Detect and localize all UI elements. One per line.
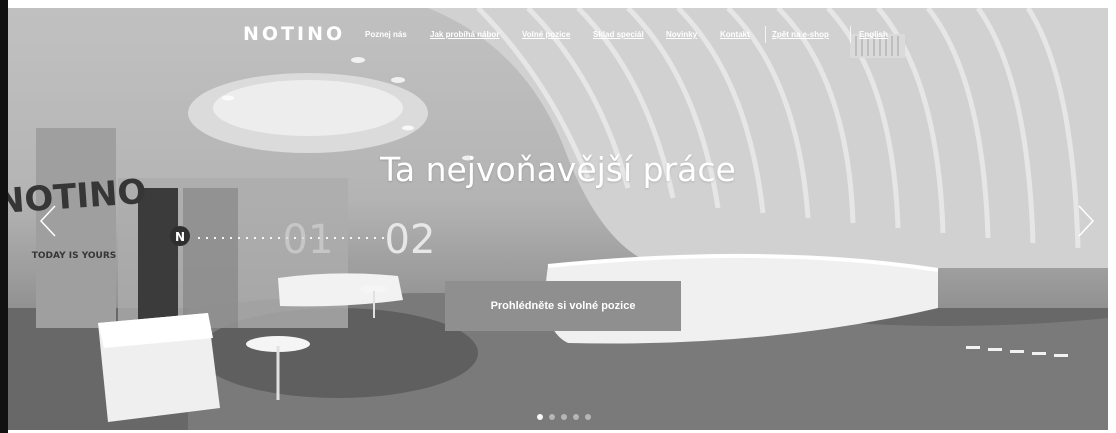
slider-dot[interactable] bbox=[573, 414, 579, 420]
nav-link-sklad-special[interactable]: Sklad speciál bbox=[593, 30, 644, 39]
slider-dot[interactable] bbox=[537, 414, 543, 420]
top-navigation: NOTINO Poznej nás Jak probíhá nábor Voln… bbox=[8, 22, 1108, 48]
nav-link-jak-probiha-nabor[interactable]: Jak probíhá nábor bbox=[430, 30, 499, 39]
slider-dot[interactable] bbox=[561, 414, 567, 420]
slider-pagination bbox=[537, 414, 591, 420]
nav-divider bbox=[850, 26, 851, 43]
nav-link-zpet-na-eshop[interactable]: Zpět na e-shop bbox=[772, 30, 829, 39]
nav-link-novinky[interactable]: Novinky bbox=[666, 30, 697, 39]
hero-headline: Ta nejvoňavější práce bbox=[380, 150, 736, 189]
chevron-left-icon bbox=[39, 205, 56, 237]
chevron-right-icon bbox=[1078, 205, 1095, 237]
nav-link-kontakt[interactable]: Kontakt bbox=[720, 30, 750, 39]
slider-dot[interactable] bbox=[585, 414, 591, 420]
nav-link-poznej-nas[interactable]: Poznej nás bbox=[365, 30, 407, 39]
slider-dot[interactable] bbox=[549, 414, 555, 420]
nav-divider bbox=[765, 26, 766, 43]
nav-link-volne-pozice[interactable]: Volné pozice bbox=[522, 30, 570, 39]
view-open-positions-button[interactable]: Prohlédněte si volné pozice bbox=[445, 281, 681, 331]
left-edge-strip bbox=[0, 0, 8, 433]
slider-prev-arrow[interactable] bbox=[38, 204, 58, 238]
nav-link-english[interactable]: English bbox=[859, 30, 888, 39]
hero-background-photo: NOTINO TODAY IS YOURS N 01 02 bbox=[8, 8, 1108, 430]
page: NOTINO TODAY IS YOURS N 01 02 NOTINO Poz… bbox=[0, 0, 1116, 433]
notino-logo[interactable]: NOTINO bbox=[243, 23, 345, 45]
slider-next-arrow[interactable] bbox=[1076, 204, 1096, 238]
hero-slider: NOTINO TODAY IS YOURS N 01 02 NOTINO Poz… bbox=[8, 8, 1108, 430]
